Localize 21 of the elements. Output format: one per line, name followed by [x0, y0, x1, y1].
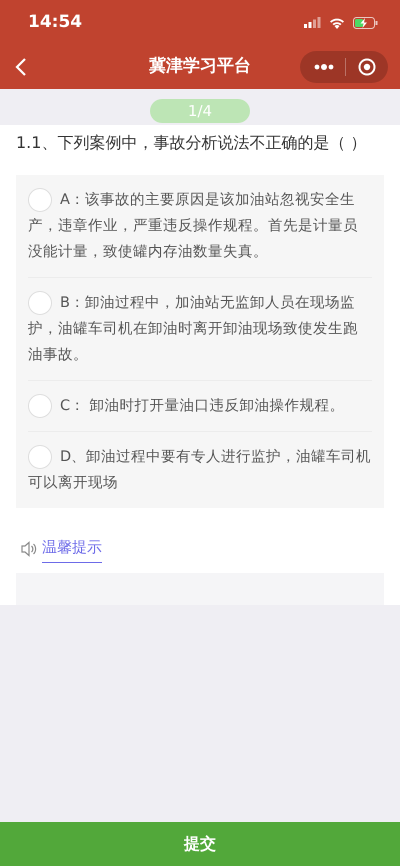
option-item[interactable]: B：卸油过程中，加油站无监卸人员在现场监护，油罐车司机在卸油时离开卸油现场致使发生跑油事故。	[28, 278, 372, 381]
more-icon[interactable]	[314, 64, 334, 70]
battery-icon	[353, 16, 378, 28]
menu-capsule[interactable]	[300, 51, 388, 83]
status-time: 14:54	[28, 10, 82, 34]
question-text: 1.1、下列案例中，事故分析说法不正确的是（ ）	[16, 132, 368, 154]
option-item[interactable]: D、卸油过程中要有专人进行监护，油罐车司机可以离开现场	[28, 432, 372, 508]
speaker-icon	[20, 540, 38, 558]
tip-link[interactable]: 温馨提示	[42, 536, 102, 562]
radio-button[interactable]	[28, 291, 52, 315]
option-item[interactable]: A：该事故的主要原因是该加油站忽视安全生产，违章作业，严重违反操作规程。首先是计量员没能计量，致使罐内存油数量失真。	[28, 175, 372, 278]
signal-icon	[304, 17, 321, 28]
page-title: 冀津学习平台	[149, 55, 251, 78]
radio-button[interactable]	[28, 445, 52, 469]
radio-button[interactable]	[28, 188, 52, 212]
option-item[interactable]: C： 卸油时打开量油口违反卸油操作规程。	[28, 381, 372, 432]
radio-button[interactable]	[28, 394, 52, 418]
progress-pill: 1/4	[150, 99, 250, 123]
wifi-icon	[329, 16, 345, 28]
close-icon[interactable]	[358, 58, 376, 76]
back-icon[interactable]	[15, 57, 27, 77]
